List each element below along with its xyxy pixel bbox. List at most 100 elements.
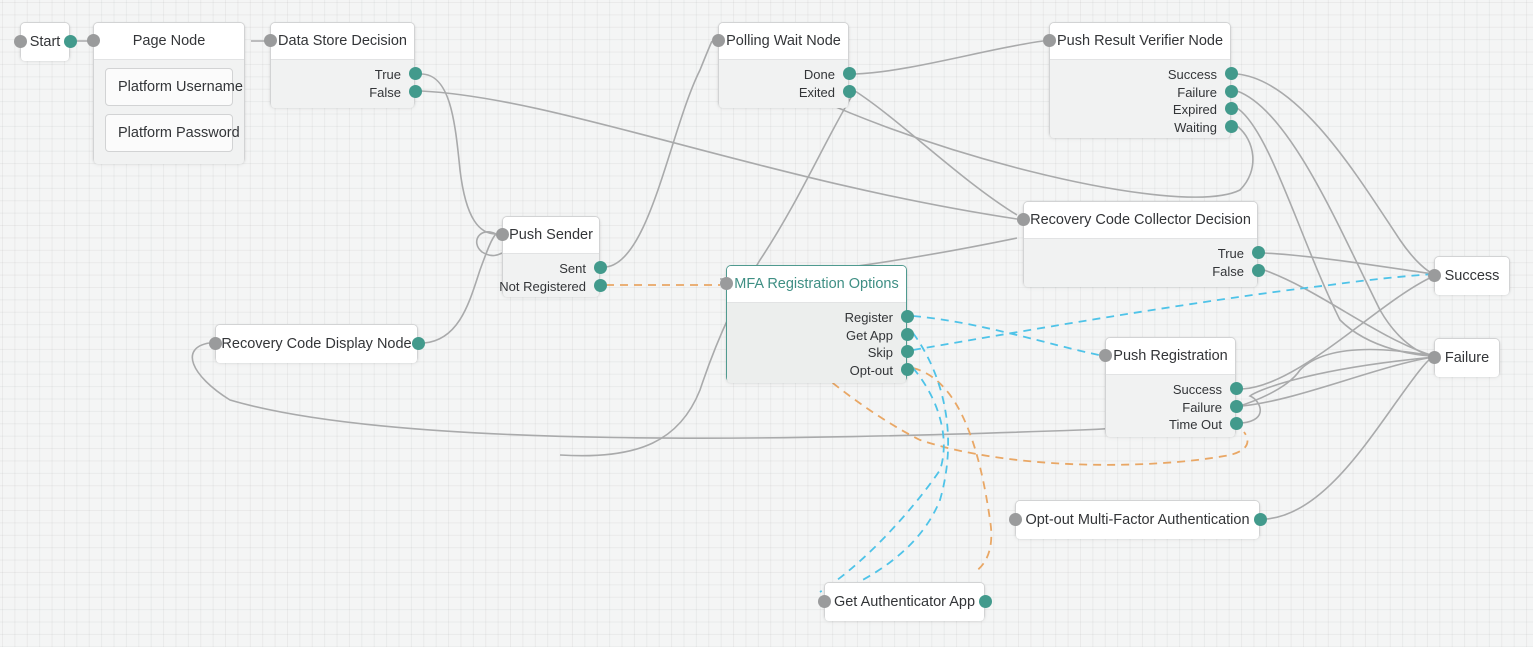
output-port-push-result-verifier-node-waiting[interactable] bbox=[1224, 119, 1238, 133]
output-port-push-sender-sent[interactable] bbox=[593, 261, 607, 275]
edge-pushreg-success-to-success bbox=[1241, 275, 1435, 390]
input-port-failure[interactable] bbox=[1427, 350, 1441, 364]
node-title: Get Authenticator App bbox=[825, 583, 984, 621]
edge-datastore-false-to-recovery-collector bbox=[420, 90, 1018, 220]
edge-verifier-failure-to-failure bbox=[1236, 90, 1435, 357]
edge-collector-false-to-failure bbox=[1263, 269, 1435, 357]
node-title: Polling Wait Node bbox=[719, 23, 848, 60]
output-port-get-authenticator-app[interactable] bbox=[978, 594, 992, 608]
node-start[interactable]: Start bbox=[20, 22, 70, 61]
output-port-push-registration-success[interactable] bbox=[1229, 382, 1243, 396]
node-push-result-verifier-node[interactable]: Push Result Verifier Node Success Failure E… bbox=[1049, 22, 1231, 138]
edge-recoverydisplay-out bbox=[423, 233, 497, 344]
node-mfa-registration-options[interactable]: MFA Registration Options Register Get App S… bbox=[726, 265, 907, 383]
input-port-push-registration[interactable] bbox=[1098, 349, 1112, 362]
output-port-push-sender-not-registered[interactable] bbox=[593, 278, 607, 292]
input-port-data-store-decision[interactable] bbox=[263, 34, 277, 47]
flow-canvas[interactable]: Start Page Node Platform Username Platform … bbox=[0, 0, 1533, 647]
edge-pushsender-sent-to-polling bbox=[605, 40, 713, 268]
node-outputs: Success Failure Expired Waiting bbox=[1050, 60, 1230, 138]
input-port-push-sender[interactable] bbox=[495, 228, 509, 241]
node-push-registration[interactable]: Push Registration Success Failure Time Out bbox=[1105, 337, 1236, 437]
node-outputs: True False bbox=[271, 60, 414, 108]
output-port-data-store-decision-true[interactable] bbox=[408, 67, 422, 81]
edge-pushreg-failure-to-failure bbox=[1241, 356, 1435, 407]
output-port-mfa-registration-options-opt-out[interactable] bbox=[900, 362, 914, 376]
output-port-opt-out-multi-factor-authentication[interactable] bbox=[1253, 512, 1267, 526]
node-title: Recovery Code Display Node bbox=[216, 325, 417, 363]
input-port-polling-wait-node[interactable] bbox=[711, 34, 725, 47]
output-port-mfa-registration-options-register[interactable] bbox=[900, 310, 914, 324]
output-port-push-result-verifier-node-failure[interactable] bbox=[1224, 84, 1238, 98]
node-title: Opt-out Multi-Factor Authentication bbox=[1016, 501, 1259, 539]
output-port-polling-wait-node-exited[interactable] bbox=[842, 84, 856, 98]
edge-datastore-true-to-pushsender bbox=[420, 73, 497, 235]
output-port-data-store-decision-false[interactable] bbox=[408, 84, 422, 98]
output-row-waiting: Waiting bbox=[1174, 119, 1217, 135]
node-outputs: Register Get App Skip Opt-out bbox=[727, 303, 906, 383]
input-port-opt-out-multi-factor-authentication[interactable] bbox=[1008, 512, 1022, 526]
output-port-polling-wait-node-done[interactable] bbox=[842, 67, 856, 81]
output-port-recovery-code-collector-decision-false[interactable] bbox=[1251, 263, 1265, 277]
input-port-push-result-verifier-node[interactable] bbox=[1042, 34, 1056, 47]
output-port-recovery-code-collector-decision-true[interactable] bbox=[1251, 246, 1265, 260]
edge-polling-exited-2 bbox=[854, 90, 1018, 216]
input-port-start[interactable] bbox=[13, 34, 27, 48]
node-get-authenticator-app[interactable]: Get Authenticator App bbox=[824, 582, 985, 621]
node-outputs: True False bbox=[1024, 239, 1257, 287]
node-title: MFA Registration Options bbox=[727, 266, 906, 303]
node-title: Push Sender bbox=[503, 217, 599, 254]
node-recovery-code-display-node[interactable]: Recovery Code Display Node bbox=[215, 324, 418, 363]
field-platform-password[interactable]: Platform Password bbox=[105, 114, 240, 152]
node-polling-wait-node[interactable]: Polling Wait Node Done Exited bbox=[718, 22, 849, 108]
edge-verifier-expired-to-failure bbox=[1236, 107, 1435, 357]
output-port-recovery-code-display-node[interactable] bbox=[411, 336, 425, 350]
input-port-success[interactable] bbox=[1427, 268, 1441, 282]
node-title: Push Registration bbox=[1106, 338, 1235, 375]
edge-collector-true-to-success bbox=[1263, 252, 1435, 275]
output-row-done: Done bbox=[803, 67, 835, 83]
node-page-node[interactable]: Page Node Platform Username Platform Passw… bbox=[93, 22, 245, 164]
edge-optout-to-failure bbox=[1265, 356, 1435, 520]
field-platform-username[interactable]: Platform Username bbox=[105, 68, 243, 106]
node-success[interactable]: Success bbox=[1434, 256, 1510, 295]
node-fields: Platform Username Platform Password bbox=[94, 60, 244, 164]
output-row-register: Register bbox=[844, 310, 893, 326]
edge-mfa-optout-cyan bbox=[819, 367, 945, 593]
node-outputs: Done Exited bbox=[719, 60, 848, 108]
node-title: Success bbox=[1435, 257, 1509, 295]
input-port-recovery-code-display-node[interactable] bbox=[208, 336, 222, 350]
output-row-time-out: Time Out bbox=[1169, 417, 1222, 433]
edge-mfa-optout-to-optout-node bbox=[912, 367, 993, 573]
output-row-success: Success bbox=[1172, 382, 1222, 398]
output-port-mfa-registration-options-get-app[interactable] bbox=[900, 327, 914, 341]
input-port-page-node[interactable] bbox=[86, 34, 100, 47]
node-title: Page Node bbox=[94, 23, 244, 60]
node-recovery-code-collector-decision[interactable]: Recovery Code Collector Decision True Fals… bbox=[1023, 201, 1258, 287]
input-port-get-authenticator-app[interactable] bbox=[817, 594, 831, 608]
node-opt-out-multi-factor-authentication[interactable]: Opt-out Multi-Factor Authentication bbox=[1015, 500, 1260, 539]
edge-pushreg-timeout-to-failure bbox=[1241, 356, 1435, 424]
input-port-mfa-registration-options[interactable] bbox=[719, 277, 733, 290]
node-data-store-decision[interactable]: Data Store Decision True False bbox=[270, 22, 415, 108]
output-port-push-registration-failure[interactable] bbox=[1229, 399, 1243, 413]
input-port-recovery-code-collector-decision[interactable] bbox=[1016, 213, 1030, 226]
output-row-skip: Skip bbox=[867, 345, 893, 361]
node-title: Push Result Verifier Node bbox=[1050, 23, 1230, 60]
node-push-sender[interactable]: Push Sender Sent Not Registered bbox=[499, 216, 600, 297]
output-port-start[interactable] bbox=[63, 34, 77, 48]
node-outputs: Sent Not Registered bbox=[499, 254, 599, 297]
output-row-exited: Exited bbox=[798, 84, 835, 100]
output-port-push-registration-time-out[interactable] bbox=[1229, 417, 1243, 431]
output-row-opt-out: Opt-out bbox=[849, 362, 893, 378]
output-port-push-result-verifier-node-expired[interactable] bbox=[1224, 102, 1238, 116]
output-port-mfa-registration-options-skip[interactable] bbox=[900, 345, 914, 359]
node-title: Recovery Code Collector Decision bbox=[1024, 202, 1257, 239]
node-failure[interactable]: Failure bbox=[1434, 338, 1500, 377]
output-row-success: Success bbox=[1167, 67, 1217, 83]
node-title: Data Store Decision bbox=[271, 23, 414, 60]
output-row-not-registered: Not Registered bbox=[499, 278, 586, 294]
output-row-false: False bbox=[1212, 263, 1244, 279]
output-port-push-result-verifier-node-success[interactable] bbox=[1224, 67, 1238, 81]
node-title: Start bbox=[21, 23, 69, 61]
